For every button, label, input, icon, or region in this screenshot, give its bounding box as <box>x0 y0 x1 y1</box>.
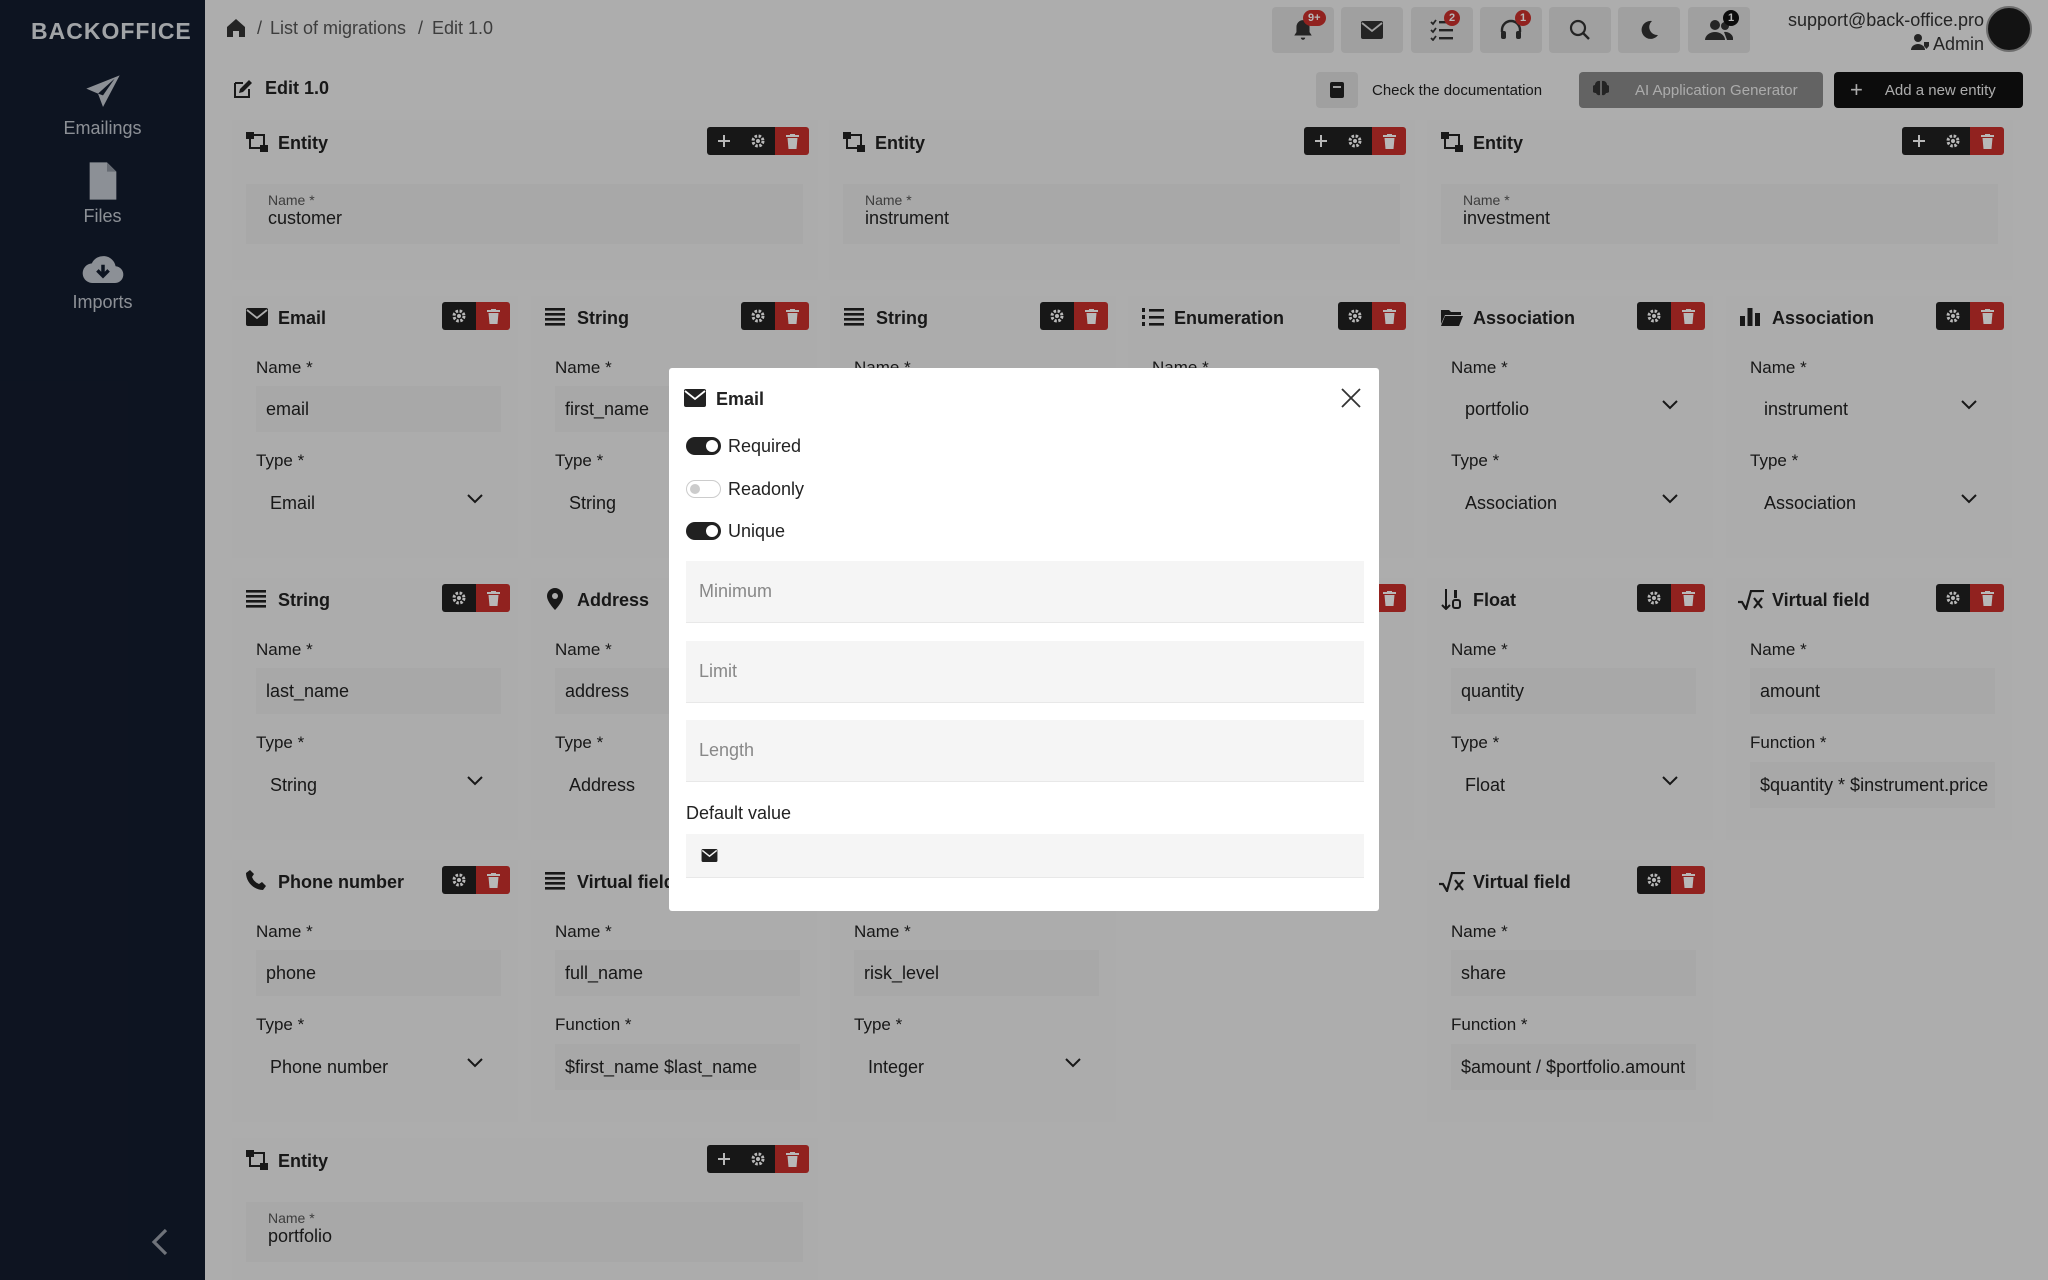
minimum-input[interactable]: Minimum <box>686 561 1364 623</box>
default-value-label: Default value <box>686 803 792 823</box>
readonly-label: Readonly <box>728 479 805 499</box>
unique-toggle[interactable] <box>686 522 721 540</box>
required-toggle[interactable] <box>686 437 721 455</box>
close-icon <box>1341 388 1361 408</box>
unique-label: Unique <box>728 521 786 541</box>
modal-title: Email <box>716 389 765 409</box>
limit-input[interactable]: Limit <box>686 641 1364 703</box>
readonly-toggle[interactable] <box>686 480 721 498</box>
envelope-icon <box>684 389 706 407</box>
envelope-icon <box>701 849 718 862</box>
close-button[interactable] <box>1341 388 1361 413</box>
default-value-input[interactable] <box>686 834 1364 878</box>
required-label: Required <box>728 436 802 456</box>
field-options-modal: Email Required Readonly Unique Minimum L… <box>669 368 1379 911</box>
length-input[interactable]: Length <box>686 720 1364 782</box>
